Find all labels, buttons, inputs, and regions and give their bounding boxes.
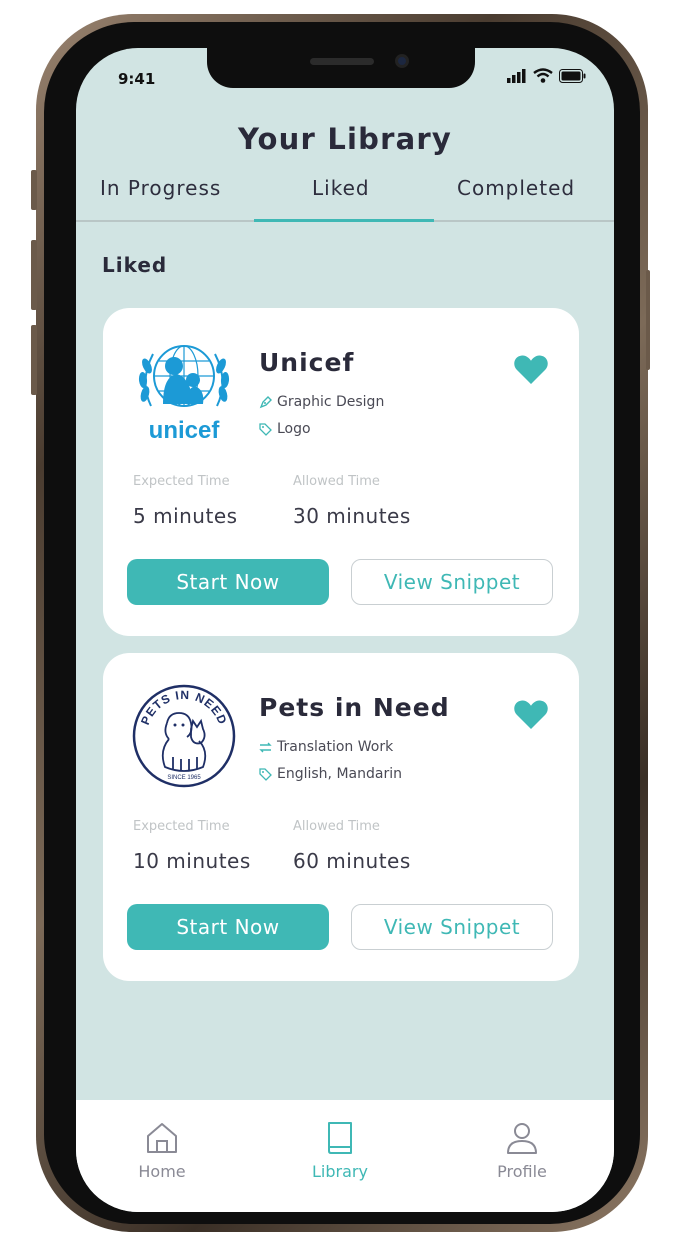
card-tag: Logo bbox=[259, 421, 311, 437]
tag-label: English, Mandarin bbox=[277, 766, 402, 782]
heart-icon[interactable] bbox=[513, 697, 549, 731]
page-title: Your Library bbox=[238, 122, 452, 156]
category-label: Graphic Design bbox=[277, 394, 385, 410]
category-label: Translation Work bbox=[277, 739, 394, 755]
allowed-time-value: 60 minutes bbox=[293, 849, 411, 873]
book-icon bbox=[328, 1122, 352, 1154]
pen-tool-icon bbox=[259, 395, 272, 408]
card-title: Pets in Need bbox=[259, 693, 450, 722]
expected-time-label: Expected Time bbox=[133, 819, 230, 834]
bottom-nav: Home Library Profile bbox=[76, 1100, 614, 1212]
nav-item-profile[interactable]: Profile bbox=[472, 1120, 572, 1181]
unicef-emblem-icon: unicef bbox=[138, 345, 230, 444]
tag-icon bbox=[259, 422, 272, 436]
view-snippet-button[interactable]: View Snippet bbox=[351, 559, 553, 605]
tab-liked[interactable]: Liked bbox=[312, 176, 370, 200]
library-tabs: In Progress Liked Completed bbox=[76, 176, 614, 222]
nav-label-home: Home bbox=[138, 1162, 186, 1181]
status-time: 9:41 bbox=[118, 70, 156, 88]
expected-time-label: Expected Time bbox=[133, 474, 230, 489]
card-title: Unicef bbox=[259, 348, 355, 377]
section-title: Liked bbox=[102, 253, 168, 277]
start-now-button[interactable]: Start Now bbox=[127, 559, 329, 605]
expected-time-value: 5 minutes bbox=[133, 504, 238, 528]
heart-icon[interactable] bbox=[513, 352, 549, 386]
nav-label-profile: Profile bbox=[497, 1162, 547, 1181]
start-now-button[interactable]: Start Now bbox=[127, 904, 329, 950]
view-snippet-button[interactable]: View Snippet bbox=[351, 904, 553, 950]
allowed-time-value: 30 minutes bbox=[293, 504, 411, 528]
speaker bbox=[310, 58, 374, 65]
nav-item-library[interactable]: Library bbox=[290, 1120, 390, 1181]
allowed-time-label: Allowed Time bbox=[293, 474, 380, 489]
library-card-unicef[interactable]: unicef Unicef Graphic Design Logo Expect… bbox=[103, 308, 579, 636]
status-icons bbox=[507, 68, 586, 83]
repeat-icon bbox=[259, 742, 272, 752]
volume-up-button bbox=[31, 240, 37, 310]
tag-label: Logo bbox=[277, 421, 311, 437]
card-category: Graphic Design bbox=[259, 394, 384, 410]
unicef-logo: unicef bbox=[129, 336, 239, 446]
tab-completed[interactable]: Completed bbox=[457, 176, 575, 200]
app-screen: 9:41 Your Library In Progress Liked Comp… bbox=[76, 48, 614, 1212]
signal-icon bbox=[507, 68, 526, 83]
power-button bbox=[646, 270, 650, 370]
library-card-pets-in-need[interactable]: PETS IN NEED SINCE 1965 Pets in Need Tra… bbox=[103, 653, 579, 981]
pets-in-need-logo: PETS IN NEED SINCE 1965 bbox=[129, 681, 239, 791]
battery-icon bbox=[559, 68, 586, 83]
card-category: Translation Work bbox=[259, 739, 393, 755]
pets-in-need-emblem-icon: PETS IN NEED SINCE 1965 bbox=[132, 684, 236, 788]
nav-item-home[interactable]: Home bbox=[112, 1120, 212, 1181]
volume-down-button bbox=[31, 325, 37, 395]
wifi-icon bbox=[533, 68, 553, 83]
tag-icon bbox=[259, 767, 272, 781]
card-tag: English, Mandarin bbox=[259, 766, 402, 782]
allowed-time-label: Allowed Time bbox=[293, 819, 380, 834]
mute-switch bbox=[31, 170, 37, 210]
svg-text:SINCE 1965: SINCE 1965 bbox=[167, 775, 201, 781]
home-icon bbox=[147, 1123, 177, 1153]
svg-text:unicef: unicef bbox=[149, 417, 221, 444]
front-camera bbox=[395, 54, 409, 68]
expected-time-value: 10 minutes bbox=[133, 849, 251, 873]
tab-active-indicator bbox=[254, 219, 434, 222]
notch bbox=[207, 48, 475, 88]
user-icon bbox=[507, 1123, 537, 1154]
nav-label-library: Library bbox=[312, 1162, 368, 1181]
tab-in-progress[interactable]: In Progress bbox=[100, 176, 221, 200]
